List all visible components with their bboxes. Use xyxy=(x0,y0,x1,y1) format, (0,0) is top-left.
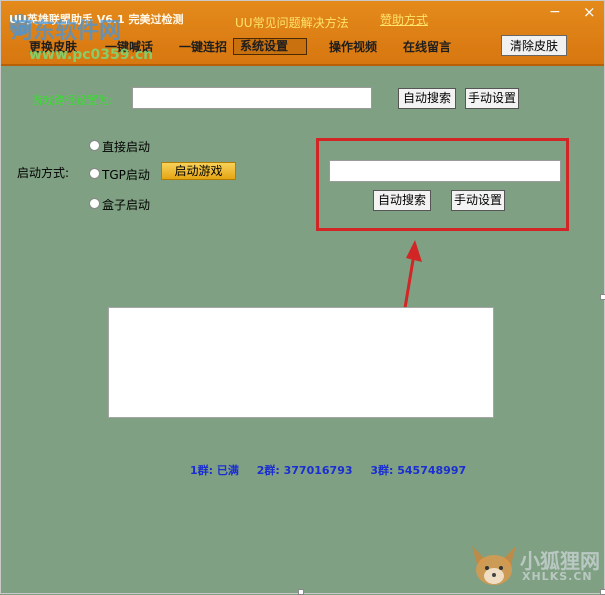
auto-search-button[interactable]: 自动搜索 xyxy=(398,88,456,109)
nav-one-key-combo[interactable]: 一键连招 xyxy=(179,38,227,55)
minimize-button[interactable]: − xyxy=(549,5,561,19)
start-mode-label: 启动方式: xyxy=(17,166,70,180)
tgp-path-input[interactable] xyxy=(329,160,561,182)
faq-link[interactable]: UU常见问题解决方法 xyxy=(235,14,349,31)
sponsor-link[interactable]: 赞助方式 xyxy=(380,11,428,28)
resize-handle-corner[interactable] xyxy=(600,589,605,595)
radio-label-tgp: TGP启动 xyxy=(102,168,150,182)
radio-direct-start[interactable] xyxy=(89,140,100,151)
output-textarea[interactable] xyxy=(108,307,494,418)
radio-label-direct: 直接启动 xyxy=(102,140,151,154)
resize-handle-right[interactable] xyxy=(600,294,605,300)
radio-label-box: 盒子启动 xyxy=(102,198,151,212)
group-2: 2群: 377016793 xyxy=(256,464,353,477)
close-button[interactable]: × xyxy=(583,5,596,20)
game-path-input[interactable] xyxy=(132,87,372,109)
game-path-label: 游戏路径设置为: xyxy=(32,94,113,107)
tgp-auto-search-button[interactable]: 自动搜索 xyxy=(373,190,431,211)
group-3: 3群: 545748997 xyxy=(370,464,467,477)
group-1: 1群: 已满 xyxy=(190,464,239,477)
site-watermark-url: www.pc0359.cn xyxy=(29,47,154,63)
nav-online-message[interactable]: 在线留言 xyxy=(403,38,451,55)
highlight-annotation-box xyxy=(316,138,569,231)
qq-groups: 1群: 已满 2群: 377016793 3群: 545748997 xyxy=(190,462,480,478)
resize-handle-bottom[interactable] xyxy=(298,589,304,595)
title-bar: UU英雄联盟助手 V6.1 完美过检测 河东软件网 UU常见问题解决方法 赞助方… xyxy=(1,1,604,66)
clear-skin-button[interactable]: 清除皮肤 xyxy=(501,35,567,56)
radio-box-start[interactable] xyxy=(89,198,100,209)
corner-watermark-url: XHLKS.CN xyxy=(522,570,593,583)
launch-game-button[interactable]: 启动游戏 xyxy=(161,162,236,180)
fox-logo-icon xyxy=(472,546,516,585)
radio-tgp-start[interactable] xyxy=(89,168,100,179)
manual-set-button[interactable]: 手动设置 xyxy=(465,88,519,109)
nav-tutorial-video[interactable]: 操作视频 xyxy=(329,38,377,55)
tgp-manual-set-button[interactable]: 手动设置 xyxy=(451,190,505,211)
nav-system-settings[interactable]: 系统设置 xyxy=(233,38,307,55)
